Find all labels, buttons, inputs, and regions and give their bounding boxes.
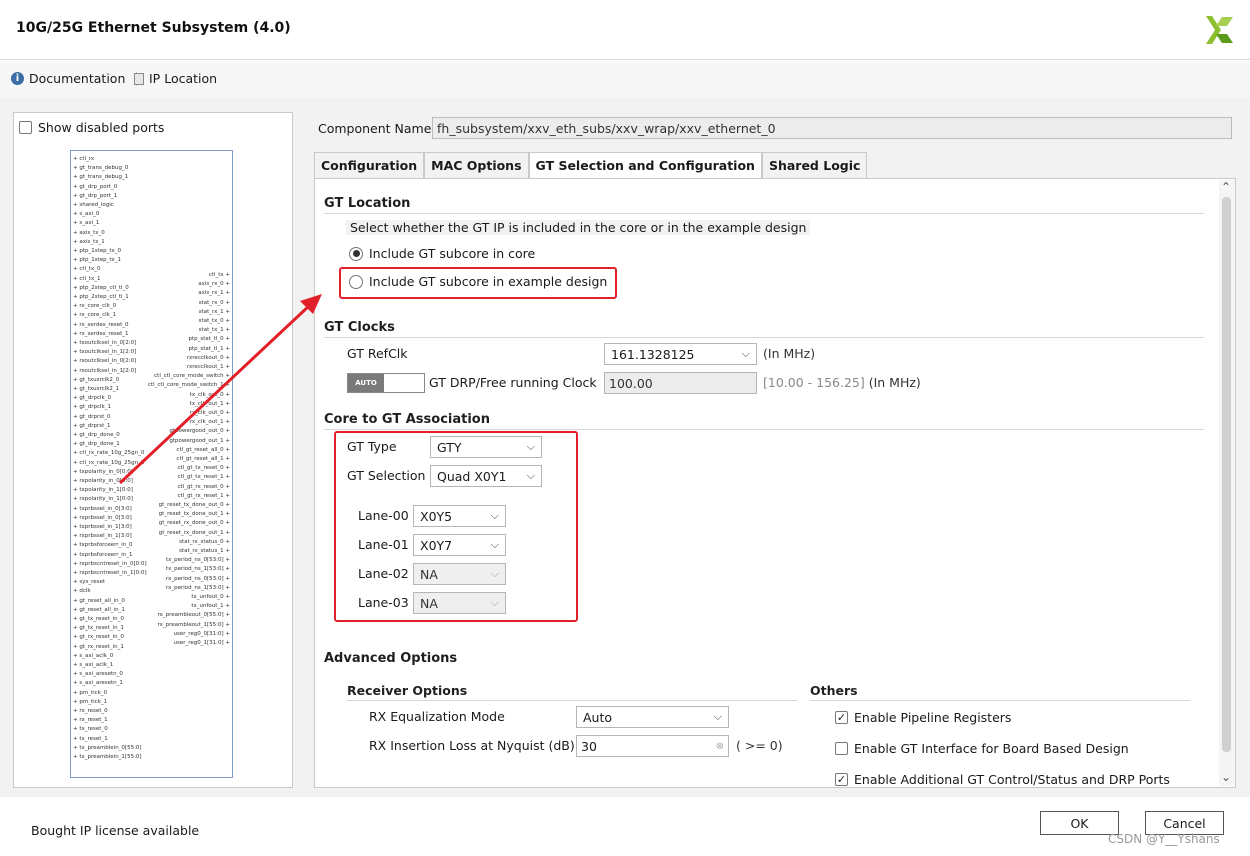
license-status: Bought IP license available [31,823,200,838]
arrow-line [118,303,312,485]
watermark: CSDN @Y__Yshans [1108,832,1220,846]
annotation-arrow [118,294,322,485]
